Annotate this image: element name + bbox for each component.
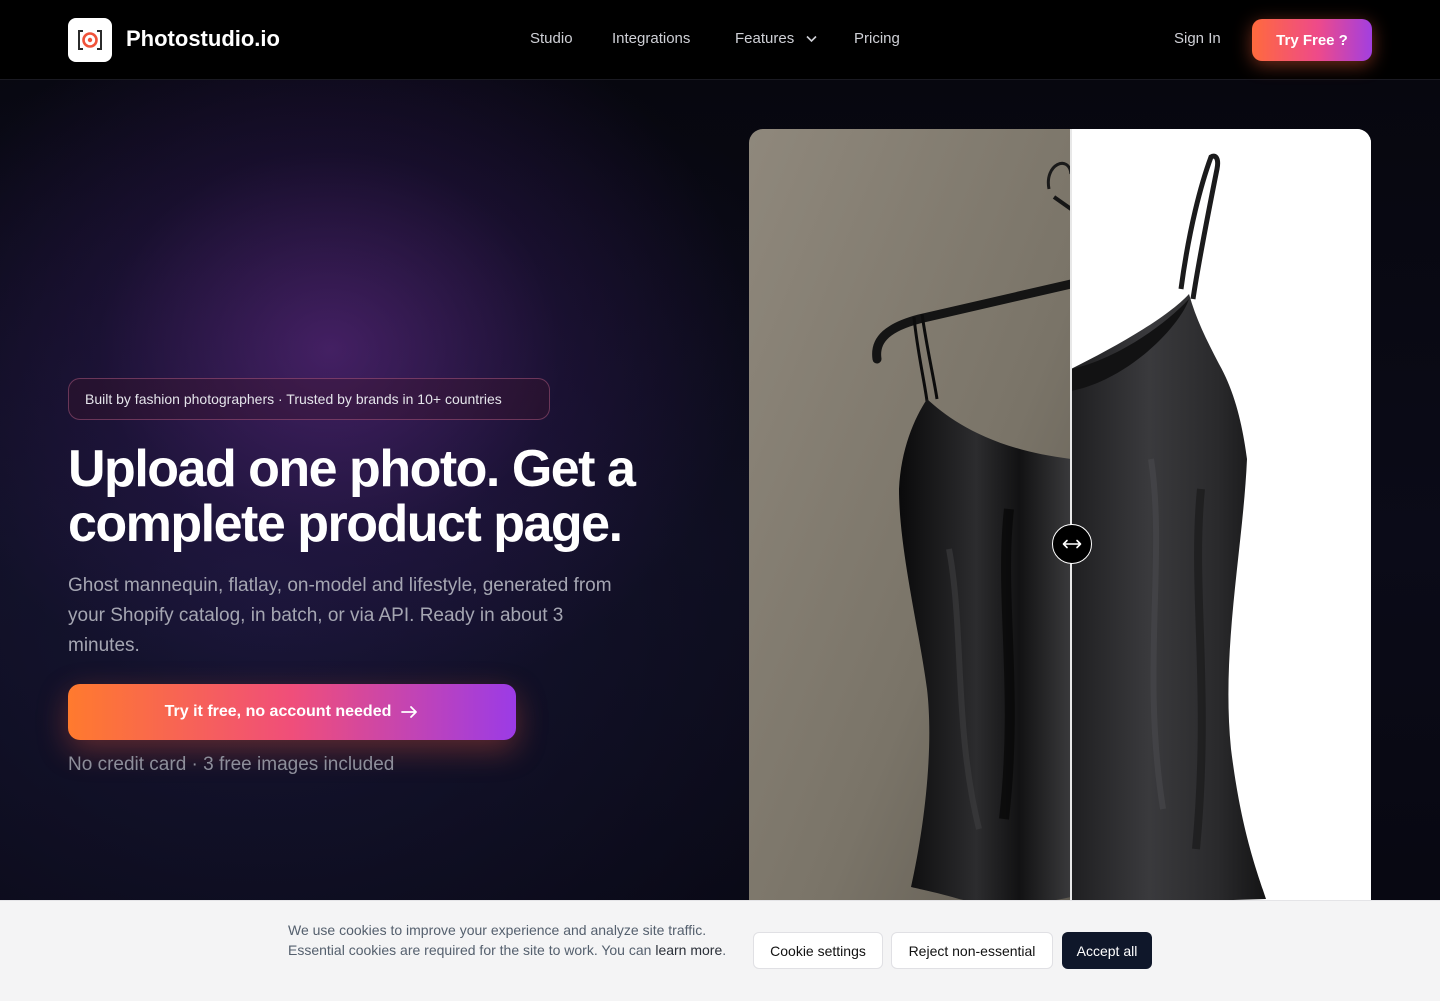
cookie-message-text: We use cookies to improve your experienc… bbox=[288, 922, 707, 958]
reject-non-essential-button[interactable]: Reject non-essential bbox=[891, 932, 1053, 969]
hero-headline: Upload one photo. Get a complete product… bbox=[68, 440, 636, 553]
cookie-message: We use cookies to improve your experienc… bbox=[288, 922, 727, 958]
cookie-banner: We use cookies to improve your experienc… bbox=[0, 900, 1440, 1001]
before-photo bbox=[749, 129, 1076, 929]
brand-name[interactable]: Photostudio.io bbox=[126, 26, 280, 52]
arrow-right-icon bbox=[401, 706, 418, 718]
trust-badge: Built by fashion photographers · Trusted… bbox=[68, 378, 550, 420]
nav-link-features[interactable]: Features bbox=[735, 30, 794, 47]
try-free-button[interactable]: Try Free ? bbox=[1252, 19, 1372, 61]
learn-more-link[interactable]: learn more bbox=[655, 942, 722, 958]
arrows-horizontal-icon bbox=[1062, 539, 1082, 549]
sign-in-link[interactable]: Sign In bbox=[1174, 30, 1221, 47]
logo-icon bbox=[78, 30, 102, 50]
accept-all-button[interactable]: Accept all bbox=[1062, 932, 1152, 969]
hero-subcopy: Ghost mannequin, flatlay, on-model and l… bbox=[68, 575, 612, 656]
nav-link-pricing[interactable]: Pricing bbox=[854, 30, 900, 47]
nav-link-studio[interactable]: Studio bbox=[530, 30, 573, 47]
cookie-settings-button[interactable]: Cookie settings bbox=[753, 932, 883, 969]
cta-label: Try it free, no account needed bbox=[164, 703, 392, 720]
try-free-cta-button[interactable]: Try it free, no account needed bbox=[68, 684, 516, 740]
top-nav: Photostudio.io Studio Integrations Featu… bbox=[0, 0, 1440, 80]
nav-link-integrations[interactable]: Integrations bbox=[612, 30, 690, 47]
no-credit-card-note: No credit card · 3 free images included bbox=[68, 754, 395, 775]
compare-slider-handle[interactable] bbox=[1052, 524, 1092, 564]
chevron-down-icon[interactable] bbox=[806, 35, 817, 43]
logo[interactable] bbox=[68, 18, 112, 62]
after-photo bbox=[1071, 129, 1371, 929]
